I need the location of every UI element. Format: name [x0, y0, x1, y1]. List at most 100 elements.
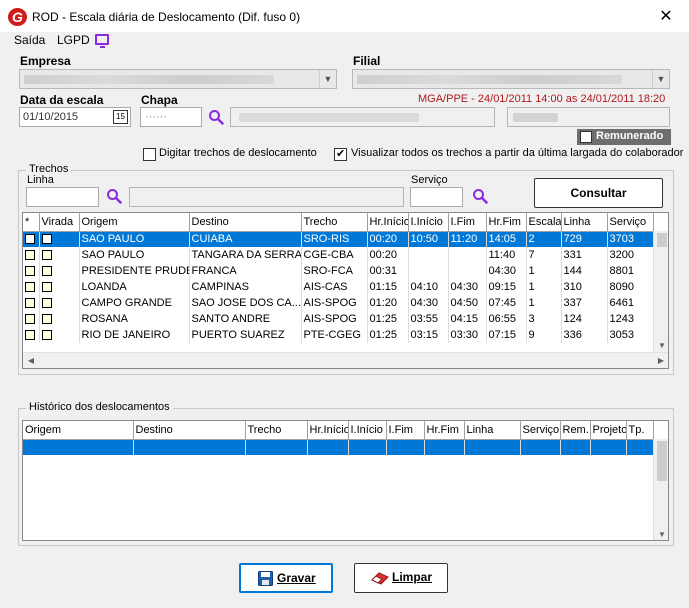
- checkbox-icon[interactable]: [25, 314, 35, 325]
- menu-lgpd[interactable]: LGPD: [57, 33, 90, 47]
- virada-checkbox[interactable]: [39, 295, 80, 311]
- checkbox-icon[interactable]: [41, 234, 52, 245]
- table-cell: 04:30: [486, 263, 527, 279]
- column-header[interactable]: Hr.Início: [307, 421, 349, 440]
- visualizar-trechos-checkbox[interactable]: [334, 147, 347, 161]
- checkbox-icon[interactable]: [41, 330, 52, 341]
- column-header[interactable]: Serviço: [520, 421, 561, 440]
- historico-row-empty[interactable]: [23, 439, 654, 455]
- scroll-thumb[interactable]: [657, 233, 667, 247]
- row-select-checkbox[interactable]: [23, 327, 40, 343]
- calendar-icon[interactable]: 15: [113, 110, 128, 124]
- scroll-right-icon[interactable]: ▶: [653, 356, 668, 365]
- column-header[interactable]: Tp.: [626, 421, 654, 440]
- column-header[interactable]: I.Início: [408, 213, 449, 232]
- table-row[interactable]: SAO PAULO CUIABA SRO-RIS 00:20 10:50 11:20 14:…: [23, 231, 654, 247]
- virada-checkbox[interactable]: [39, 231, 80, 247]
- checkbox-icon[interactable]: [41, 314, 52, 325]
- column-header[interactable]: Hr.Fim: [424, 421, 465, 440]
- table-cell: 8090: [607, 279, 654, 295]
- virada-checkbox[interactable]: [39, 247, 80, 263]
- scroll-down-icon[interactable]: ▼: [654, 341, 668, 350]
- column-header[interactable]: Virada: [39, 213, 80, 232]
- checkbox-icon[interactable]: [25, 266, 35, 277]
- filial-select[interactable]: ▼: [352, 69, 670, 89]
- table-row[interactable]: CAMPO GRANDE SAO JOSE DOS CA... AIS-SPOG 01…: [23, 295, 654, 311]
- linha-input[interactable]: [26, 187, 99, 207]
- table-row[interactable]: ROSANA SANTO ANDRE AIS-SPOG 01:25 03:55 04:15…: [23, 311, 654, 327]
- virada-checkbox[interactable]: [39, 311, 80, 327]
- search-icon[interactable]: [208, 109, 224, 125]
- column-header[interactable]: Trecho: [245, 421, 308, 440]
- trechos-hscrollbar[interactable]: ◀ ▶: [23, 352, 668, 368]
- remunerado-box[interactable]: [580, 131, 592, 143]
- historico-vscrollbar[interactable]: ▼: [653, 439, 668, 540]
- row-select-checkbox[interactable]: [23, 295, 40, 311]
- column-header[interactable]: Destino: [189, 213, 302, 232]
- scroll-thumb[interactable]: [657, 441, 667, 481]
- table-row[interactable]: RIO DE JANEIRO PUERTO SUAREZ PTE-CGEG 01:25…: [23, 327, 654, 343]
- column-header[interactable]: Hr.Início: [367, 213, 409, 232]
- row-select-checkbox[interactable]: [23, 231, 40, 247]
- digitar-trechos-checkbox[interactable]: [143, 148, 156, 161]
- gravar-button[interactable]: Gravar: [239, 563, 333, 593]
- column-header[interactable]: I.Início: [348, 421, 387, 440]
- column-header[interactable]: Destino: [133, 421, 246, 440]
- table-row[interactable]: LOANDA CAMPINAS AIS-CAS 01:15 04:10 04:30 09:1…: [23, 279, 654, 295]
- row-select-checkbox[interactable]: [23, 247, 40, 263]
- scroll-left-icon[interactable]: ◀: [23, 356, 39, 365]
- checkbox-icon[interactable]: [25, 298, 35, 309]
- trechos-vscrollbar[interactable]: ▼: [653, 231, 668, 352]
- column-header[interactable]: Projeto: [590, 421, 627, 440]
- column-header[interactable]: Rem.: [560, 421, 591, 440]
- row-select-checkbox[interactable]: [23, 311, 40, 327]
- column-header[interactable]: I.Fim: [386, 421, 425, 440]
- chevron-down-icon[interactable]: ▼: [319, 70, 336, 88]
- empresa-select[interactable]: ▼: [19, 69, 337, 89]
- servico-input[interactable]: [410, 187, 463, 207]
- virada-checkbox[interactable]: [39, 279, 80, 295]
- column-header[interactable]: *: [23, 213, 40, 232]
- historico-grid[interactable]: Origem Destino Trecho Hr.Início I.Início I.Fi…: [22, 420, 669, 541]
- checkbox-icon[interactable]: [25, 330, 35, 341]
- table-cell: RIO DE JANEIRO: [79, 327, 190, 343]
- column-header[interactable]: Hr.Fim: [486, 213, 527, 232]
- search-icon[interactable]: [106, 188, 122, 204]
- search-icon[interactable]: [472, 188, 488, 204]
- data-escala-field[interactable]: 01/10/2015 15: [19, 107, 131, 127]
- table-row[interactable]: SAO PAULO TANGARA DA SERRA CGE-CBA 00:20 11:…: [23, 247, 654, 263]
- scroll-down-icon[interactable]: ▼: [654, 530, 668, 539]
- checkbox-icon[interactable]: [25, 250, 35, 261]
- remunerado-checkbox[interactable]: Remunerado: [577, 129, 671, 145]
- virada-checkbox[interactable]: [39, 263, 80, 279]
- column-header[interactable]: Origem: [23, 421, 134, 440]
- checkbox-icon[interactable]: [25, 282, 35, 293]
- virada-checkbox[interactable]: [39, 327, 80, 343]
- table-row[interactable]: PRESIDENTE PRUDE...FRANCASRO-FCA00:31 04:…: [23, 263, 654, 279]
- column-header[interactable]: Serviço: [607, 213, 654, 232]
- column-header[interactable]: Trecho: [301, 213, 368, 232]
- table-cell: 07:15: [486, 327, 527, 343]
- chevron-down-icon[interactable]: ▼: [652, 70, 669, 88]
- column-header[interactable]: Origem: [79, 213, 190, 232]
- close-icon[interactable]: ✕: [654, 6, 678, 28]
- table-cell: SAO PAULO: [79, 231, 190, 247]
- column-header[interactable]: Linha: [561, 213, 608, 232]
- menu-exit[interactable]: Saída: [14, 33, 45, 47]
- trechos-grid[interactable]: * Virada Origem Destino Trecho Hr.Início I.Iní…: [22, 212, 669, 369]
- checkbox-icon[interactable]: [25, 234, 35, 245]
- row-select-checkbox[interactable]: [23, 263, 40, 279]
- table-cell: 3703: [607, 231, 654, 247]
- chapa-field[interactable]: ······: [140, 107, 202, 127]
- row-select-checkbox[interactable]: [23, 279, 40, 295]
- column-header[interactable]: Escala: [526, 213, 562, 232]
- column-header[interactable]: I.Fim: [448, 213, 487, 232]
- checkbox-icon[interactable]: [41, 298, 52, 309]
- monitor-icon[interactable]: [95, 34, 109, 48]
- limpar-button[interactable]: Limpar: [354, 563, 448, 593]
- checkbox-icon[interactable]: [41, 250, 52, 261]
- consultar-button[interactable]: Consultar: [534, 178, 663, 208]
- checkbox-icon[interactable]: [41, 282, 52, 293]
- column-header[interactable]: Linha: [464, 421, 521, 440]
- checkbox-icon[interactable]: [41, 266, 52, 277]
